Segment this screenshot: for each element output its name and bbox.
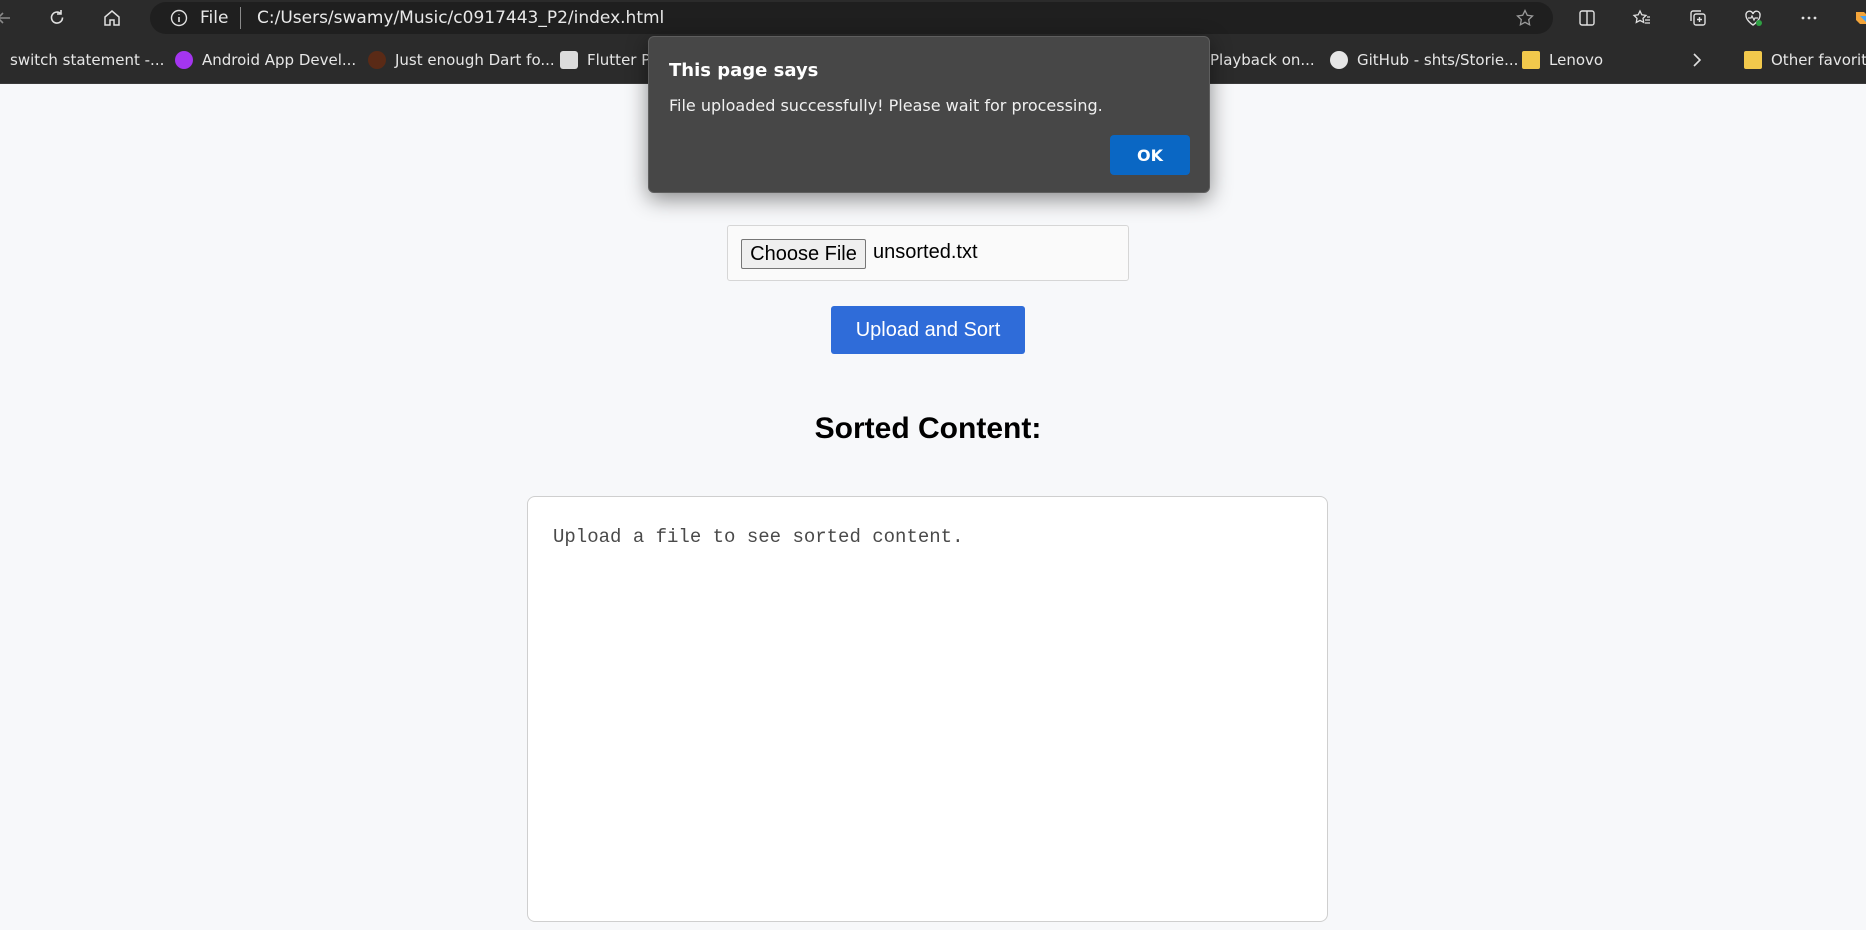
sorted-content-heading: Sorted Content: bbox=[814, 412, 1042, 445]
refresh-icon[interactable] bbox=[45, 6, 69, 30]
bookmark-item[interactable]: Android App Devel... bbox=[175, 48, 356, 72]
file-input: Choose File unsorted.txt bbox=[727, 225, 1129, 281]
favorite-star-icon[interactable] bbox=[1515, 8, 1535, 28]
bookmark-item[interactable]: Flutter Pl bbox=[560, 48, 654, 72]
address-divider bbox=[240, 7, 241, 29]
ok-button[interactable]: OK bbox=[1110, 135, 1190, 175]
bookmark-item[interactable]: Just enough Dart fo... bbox=[368, 48, 555, 72]
bookmark-label: Lenovo bbox=[1549, 51, 1604, 69]
bookmark-item[interactable]: Other favorites bbox=[1744, 48, 1866, 72]
more-bookmarks-icon[interactable] bbox=[1690, 48, 1704, 72]
folder-icon bbox=[1744, 51, 1762, 69]
copilot-icon[interactable] bbox=[1850, 6, 1866, 30]
bookmark-item[interactable]: switch statement -... bbox=[10, 48, 164, 72]
folder-icon bbox=[1522, 51, 1540, 69]
address-scheme: File bbox=[200, 8, 229, 28]
flutter-icon bbox=[560, 51, 578, 69]
upload-and-sort-button[interactable]: Upload and Sort bbox=[831, 306, 1025, 354]
more-options-icon[interactable] bbox=[1797, 6, 1821, 30]
browser-essentials-icon[interactable] bbox=[1741, 6, 1765, 30]
dialog-message: File uploaded successfully! Please wait … bbox=[669, 96, 1103, 115]
choose-file-button[interactable]: Choose File bbox=[741, 239, 866, 269]
bookmark-item[interactable]: Playback on... bbox=[1210, 48, 1315, 72]
back-icon[interactable] bbox=[0, 6, 16, 30]
bookmark-label: Just enough Dart fo... bbox=[395, 51, 555, 69]
bookmark-label: Other favorites bbox=[1771, 51, 1866, 69]
github-icon bbox=[1330, 51, 1348, 69]
split-screen-icon[interactable] bbox=[1575, 6, 1599, 30]
site-icon bbox=[368, 51, 386, 69]
udemy-icon bbox=[175, 51, 193, 69]
address-bar[interactable]: File C:/Users/swamy/Music/c0917443_P2/in… bbox=[150, 2, 1553, 34]
favorites-icon[interactable] bbox=[1630, 6, 1654, 30]
bookmark-item[interactable]: GitHub - shts/Storie... bbox=[1330, 48, 1518, 72]
bookmark-label: Flutter Pl bbox=[587, 51, 655, 69]
bookmark-label: Playback on... bbox=[1210, 51, 1315, 69]
output-placeholder: Upload a file to see sorted content. bbox=[553, 526, 964, 548]
selected-file-name: unsorted.txt bbox=[873, 241, 978, 263]
bookmark-label: GitHub - shts/Storie... bbox=[1357, 51, 1519, 69]
sorted-output-box: Upload a file to see sorted content. bbox=[527, 496, 1328, 922]
address-url[interactable]: C:/Users/swamy/Music/c0917443_P2/index.h… bbox=[257, 8, 664, 28]
bookmark-label: switch statement -... bbox=[10, 51, 165, 69]
alert-dialog: This page says File uploaded successfull… bbox=[648, 36, 1210, 193]
collections-icon[interactable] bbox=[1686, 6, 1710, 30]
browser-toolbar: File C:/Users/swamy/Music/c0917443_P2/in… bbox=[0, 0, 1866, 36]
dialog-title: This page says bbox=[669, 60, 819, 81]
bookmark-item[interactable]: Lenovo bbox=[1522, 48, 1603, 72]
home-icon[interactable] bbox=[100, 6, 124, 30]
info-icon[interactable] bbox=[170, 9, 188, 27]
bookmark-label: Android App Devel... bbox=[202, 51, 357, 69]
